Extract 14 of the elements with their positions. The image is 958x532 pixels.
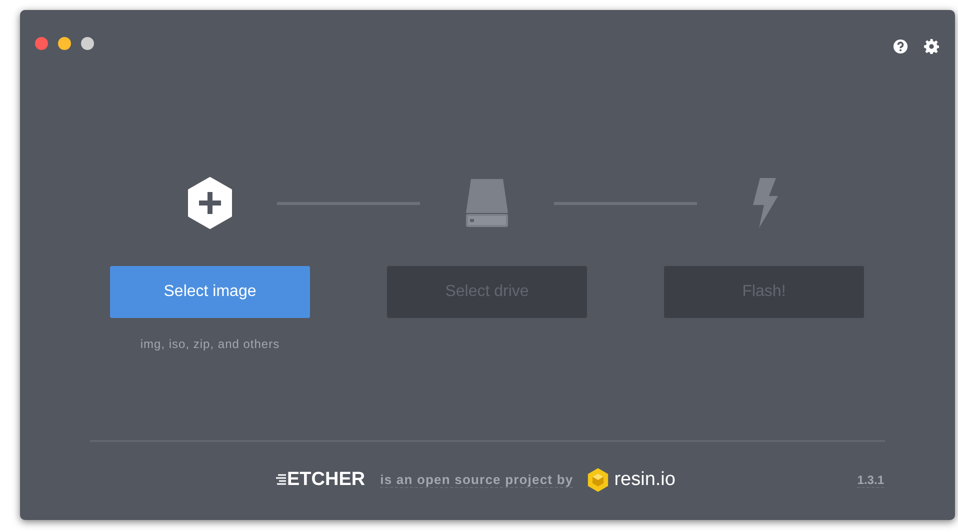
window-control-button[interactable] xyxy=(81,37,94,50)
window-control-button[interactable] xyxy=(58,37,71,50)
settings-icon[interactable] xyxy=(924,39,939,54)
speed-lines-icon xyxy=(276,473,286,487)
file-types-caption: img, iso, zip, and others xyxy=(140,337,280,351)
help-icon[interactable] xyxy=(893,39,908,54)
step-button[interactable]: Select image xyxy=(110,266,310,318)
hexagon-plus-icon xyxy=(187,177,233,229)
version-label[interactable]: 1.3.1 xyxy=(857,472,884,488)
hard-drive-icon xyxy=(464,177,510,229)
footer-text[interactable]: is an open source project by xyxy=(380,472,574,488)
cube-logo-icon xyxy=(587,467,610,493)
etcher-logo: ETCHER xyxy=(287,469,366,491)
resin-logo[interactable]: resin.io xyxy=(614,469,676,491)
